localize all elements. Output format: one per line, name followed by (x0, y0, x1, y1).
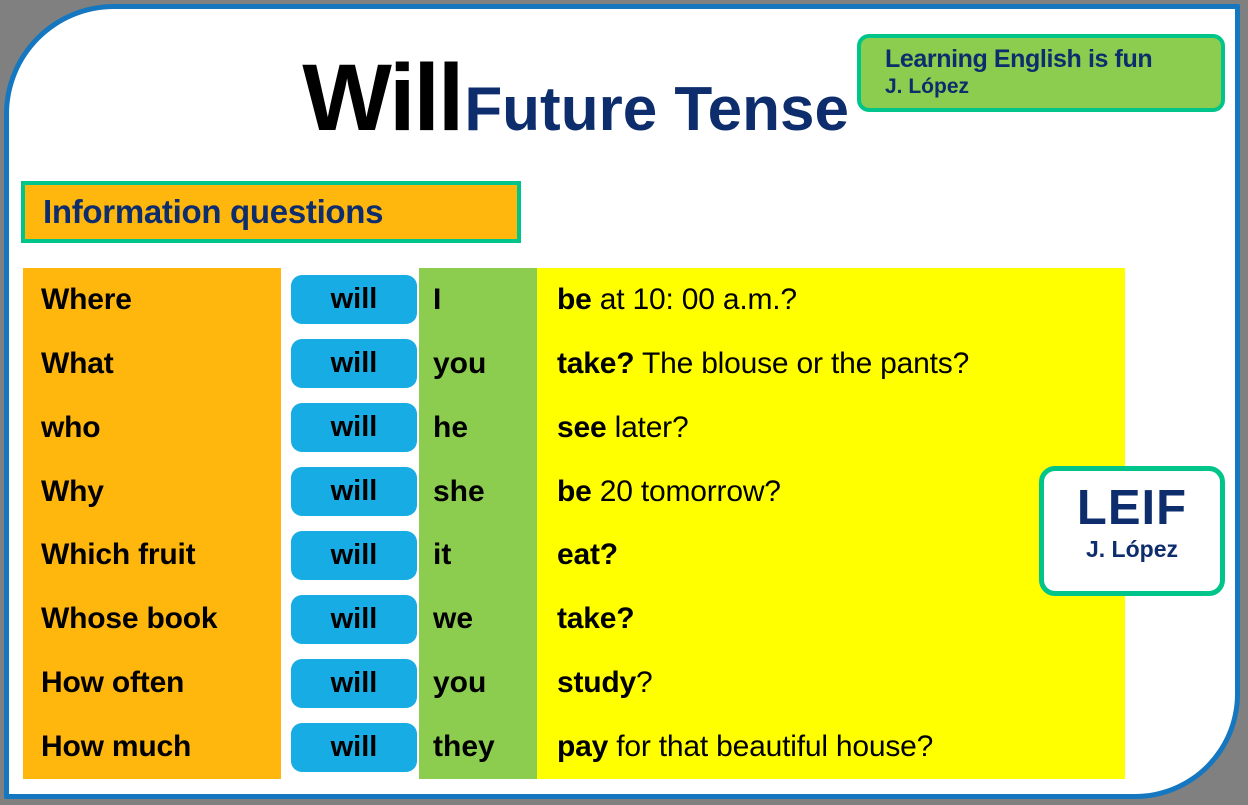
pronoun: you (433, 346, 487, 380)
predicate: take? (537, 602, 635, 636)
table-row: pay for that beautiful house? (537, 715, 1125, 779)
table-row: study? (537, 651, 1125, 715)
table-row: Why (23, 460, 281, 524)
page-title: WillFuture Tense (9, 51, 849, 146)
question-word: How much (41, 730, 192, 764)
table-row: will (289, 715, 419, 779)
question-word: Whose book (41, 602, 218, 636)
table-row: he (419, 396, 537, 460)
title-primary: Will (302, 45, 464, 151)
predicate-complement: The blouse or the pants? (634, 346, 970, 380)
table-row: will (289, 460, 419, 524)
auxiliary-chip[interactable]: will (291, 275, 417, 325)
table-row: it (419, 524, 537, 588)
auxiliary-chip[interactable]: will (291, 594, 417, 644)
pronoun: I (433, 282, 442, 316)
table-row: Where (23, 268, 281, 332)
predicate-complement: at 10: 00 a.m.? (591, 282, 797, 316)
table-row: What (23, 332, 281, 396)
predicate-complement: 20 tomorrow? (591, 474, 781, 508)
pronoun: they (433, 730, 495, 764)
table-row: I (419, 268, 537, 332)
section-header-label: Information questions (43, 193, 384, 230)
table-row: How often (23, 651, 281, 715)
section-header: Information questions (21, 181, 521, 243)
predicate-complement: ? (636, 666, 653, 700)
auxiliary-chip[interactable]: will (291, 403, 417, 453)
auxiliary-chip[interactable]: will (291, 467, 417, 517)
table-row: How much (23, 715, 281, 779)
table-row: you (419, 651, 537, 715)
auxiliary-chip[interactable]: will (291, 530, 417, 580)
brand-badge: Learning English is fun J. López (857, 34, 1225, 112)
predicate: eat? (537, 538, 618, 572)
question-word: How often (41, 666, 185, 700)
pronoun: you (433, 666, 487, 700)
table-row: Whose book (23, 587, 281, 651)
predicate-verb: take? (557, 346, 635, 380)
predicate-column: be at 10: 00 a.m.? take? The blouse or th… (537, 268, 1125, 779)
predicate-complement: for that beautiful house? (608, 730, 934, 764)
table-row: we (419, 587, 537, 651)
predicate-verb: eat? (557, 538, 618, 572)
question-word-column: Where What who Why Which fruit Whose book How … (23, 268, 281, 779)
table-row: who (23, 396, 281, 460)
table-row: take? (537, 587, 1125, 651)
predicate: take? The blouse or the pants? (537, 347, 969, 381)
table-row: she (419, 460, 537, 524)
pronoun-column: Iyou he she it we you they (419, 268, 537, 779)
question-word: Why (41, 474, 104, 508)
predicate: pay for that beautiful house? (537, 730, 933, 764)
predicate: study? (537, 666, 653, 700)
pronoun: she (433, 474, 485, 508)
auxiliary-chip[interactable]: will (291, 722, 417, 772)
predicate: see later? (537, 410, 689, 445)
table-row: be 20 tomorrow? (537, 460, 1125, 524)
table-row: see later? (537, 396, 1125, 460)
table-row: take? The blouse or the pants? (537, 332, 1125, 396)
question-word: What (41, 346, 114, 380)
predicate-verb: be (557, 282, 592, 316)
table-row: will (289, 332, 419, 396)
predicate-verb: see (557, 410, 607, 444)
pronoun: we (433, 602, 474, 636)
predicate-verb: study (557, 666, 637, 700)
predicate-complement: later? (606, 410, 689, 444)
table-row: will (289, 396, 419, 460)
brand-tagline: Learning English is fun (885, 45, 1153, 73)
predicate: be 20 tomorrow? (537, 475, 781, 509)
table-row: will (289, 651, 419, 715)
auxiliary-chip[interactable]: will (291, 339, 417, 389)
question-word: who (41, 410, 101, 444)
title-secondary: Future Tense (464, 75, 849, 144)
conjugation-table: Where What who Why Which fruit Whose book How … (23, 268, 1125, 779)
leif-badge: LEIF J. López (1039, 466, 1225, 596)
table-row: will (289, 587, 419, 651)
leif-subtitle: J. López (1085, 536, 1178, 563)
auxiliary-chip[interactable]: will (291, 658, 417, 708)
predicate-verb: pay (557, 730, 609, 764)
table-row: eat? (537, 524, 1125, 588)
predicate-verb: be (557, 474, 592, 508)
question-word: Where (41, 282, 132, 316)
poster-frame: WillFuture Tense Learning English is fun… (4, 4, 1240, 799)
table-row: be at 10: 00 a.m.? (537, 268, 1125, 332)
pronoun: it (433, 538, 452, 572)
brand-author: J. López (885, 74, 970, 98)
auxiliary-column: will will will will will will will will (289, 268, 419, 779)
table-row: will (289, 524, 419, 588)
question-word: Which fruit (41, 538, 196, 572)
table-row: will (289, 268, 419, 332)
table-row: they (419, 715, 537, 779)
leif-title: LEIF (1076, 481, 1188, 535)
table-row: Which fruit (23, 524, 281, 588)
predicate-verb: take? (557, 602, 635, 636)
table-row: you (419, 332, 537, 396)
pronoun: he (433, 410, 469, 444)
predicate: be at 10: 00 a.m.? (537, 283, 797, 317)
